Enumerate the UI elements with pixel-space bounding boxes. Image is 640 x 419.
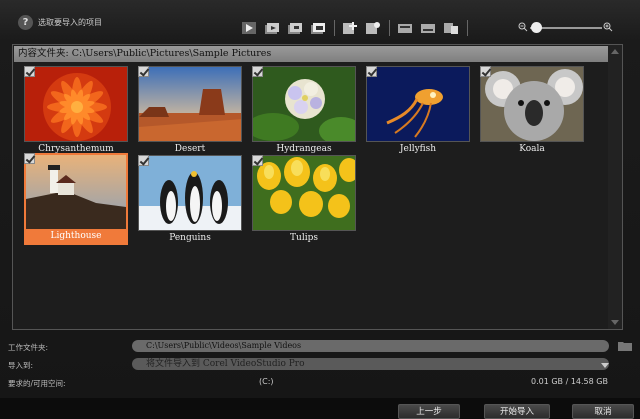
thumbnail-item[interactable]: Tulips	[252, 155, 356, 243]
work-folder-field[interactable]: C:\Users\Public\Videos\Sample Videos	[132, 340, 609, 352]
start-import-button[interactable]: 开始导入	[484, 404, 550, 419]
import-icon-1[interactable]	[263, 20, 281, 36]
content-folder-path: 内容文件夹: C:\Users\Public\Pictures\Sample P…	[14, 46, 608, 62]
item-label: Lighthouse	[50, 231, 102, 241]
thumbnail-item-selected[interactable]: Lighthouse	[24, 153, 128, 245]
jellyfish-image	[366, 66, 470, 142]
thumbnail-item[interactable]: Penguins	[138, 155, 242, 243]
lighthouse-image	[26, 155, 126, 229]
previous-button[interactable]: 上一步	[398, 404, 460, 419]
dialog-title: 选取要导入的项目	[38, 18, 102, 27]
toolbar-divider	[389, 20, 390, 36]
thumbnail-item[interactable]: Chrysanthemum	[24, 66, 128, 154]
hydrangeas-image	[252, 66, 356, 142]
space-value: 0.01 GB / 14.58 GB	[531, 377, 608, 386]
scroll-up-icon[interactable]	[611, 49, 619, 54]
folder-icon[interactable]	[618, 340, 632, 351]
import-dialog: ? 选取要导入的项目 内容文件夹: C:\Users\Public\Pictur…	[0, 0, 640, 419]
penguins-image	[138, 155, 242, 231]
chevron-down-icon[interactable]	[601, 363, 609, 368]
zoom-in-icon[interactable]	[603, 22, 613, 32]
item-checkbox[interactable]	[366, 66, 377, 77]
add-settings-icon[interactable]	[364, 20, 382, 36]
item-checkbox[interactable]	[252, 66, 263, 77]
view-icon-3[interactable]	[442, 20, 460, 36]
import-icon-2[interactable]	[286, 20, 304, 36]
item-label: Penguins	[169, 233, 211, 243]
import-to-label: 导入到:	[8, 361, 34, 370]
cancel-button[interactable]: 取消	[572, 404, 634, 419]
work-folder-label: 工作文件夹:	[8, 343, 49, 352]
thumbnail-item[interactable]: Hydrangeas	[252, 66, 356, 154]
play-icon[interactable]	[240, 20, 258, 36]
item-checkbox[interactable]	[138, 155, 149, 166]
top-bar: ? 选取要导入的项目	[0, 0, 640, 44]
view-icon-2[interactable]	[419, 20, 437, 36]
scrollbar[interactable]	[608, 45, 622, 329]
toolbar-divider	[467, 20, 468, 36]
item-checkbox[interactable]	[24, 153, 35, 164]
space-label: 要求的/可用空间:	[8, 379, 66, 388]
item-label: Hydrangeas	[276, 144, 332, 154]
import-to-select[interactable]: 将文件导入到 Corel VideoStudio Pro	[132, 358, 609, 370]
view-icon-1[interactable]	[396, 20, 414, 36]
help-icon[interactable]: ?	[18, 15, 33, 30]
zoom-slider-handle[interactable]	[531, 22, 542, 33]
item-label: Koala	[519, 144, 545, 154]
add-icon[interactable]	[341, 20, 359, 36]
thumbnail-item[interactable]: Desert	[138, 66, 242, 154]
item-checkbox[interactable]	[480, 66, 491, 77]
item-checkbox[interactable]	[24, 66, 35, 77]
item-label: Jellyfish	[399, 144, 437, 154]
scroll-down-icon[interactable]	[611, 320, 619, 325]
zoom-out-icon[interactable]	[518, 22, 528, 32]
content-panel: 内容文件夹: C:\Users\Public\Pictures\Sample P…	[12, 44, 623, 330]
tulips-image	[252, 155, 356, 231]
item-checkbox[interactable]	[252, 155, 263, 166]
import-icon-3[interactable]	[309, 20, 327, 36]
item-checkbox[interactable]	[138, 66, 149, 77]
toolbar	[240, 18, 474, 38]
item-label: Tulips	[290, 233, 318, 243]
item-label: Desert	[174, 144, 206, 154]
toolbar-divider	[334, 20, 335, 36]
desert-image	[138, 66, 242, 142]
koala-image	[480, 66, 584, 142]
drive-value: (C:)	[259, 377, 274, 386]
thumbnail-item[interactable]: Jellyfish	[366, 66, 470, 154]
chrysanthemum-image	[24, 66, 128, 142]
thumbnail-item[interactable]: Koala	[480, 66, 584, 154]
